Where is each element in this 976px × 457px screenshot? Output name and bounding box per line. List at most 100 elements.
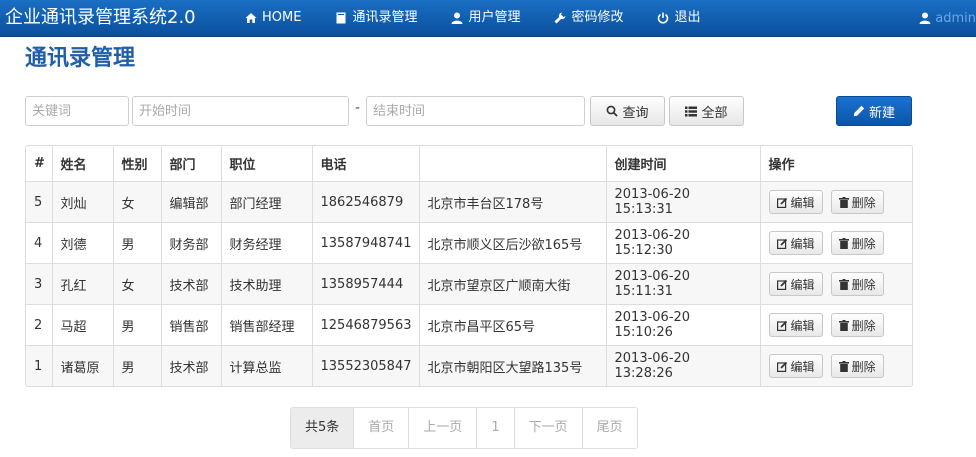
cell-phone: 1358957444 (311, 263, 419, 305)
top-navbar: 企业通讯录管理系统2.0 HOME 通讯录管理 用户管理 密码修改 退出 adm… (0, 0, 976, 37)
cell-actions: 编辑 删除 (759, 263, 912, 305)
cell-phone: 13587948741 (311, 222, 419, 264)
delete-button[interactable]: 删除 (830, 231, 884, 255)
wrench-icon (553, 12, 566, 25)
cell-actions: 编辑 删除 (759, 222, 912, 264)
show-all-button-label: 全部 (701, 105, 728, 121)
show-all-button[interactable]: 全部 (669, 96, 744, 126)
edit-icon (776, 279, 788, 290)
trash-icon (838, 319, 849, 331)
nav-password[interactable]: 密码修改 (545, 0, 631, 36)
query-button-label: 查询 (622, 105, 649, 121)
cell-phone: 12546879563 (311, 304, 419, 346)
nav-home[interactable]: HOME (236, 0, 309, 36)
delete-button[interactable]: 删除 (830, 313, 884, 337)
edit-button-label: 编辑 (790, 195, 815, 210)
cell-gender: 女 (112, 181, 161, 223)
delete-button[interactable]: 删除 (830, 354, 884, 378)
user-icon (919, 12, 931, 24)
nav-password-label: 密码修改 (571, 10, 624, 25)
pagination-first[interactable]: 首页 (353, 408, 409, 448)
cell-gender: 女 (112, 263, 161, 305)
edit-icon (776, 238, 788, 249)
cell-created: 2013-06-20 15:13:31 (605, 181, 760, 223)
cell-position: 财务经理 (220, 222, 312, 264)
col-header-name: 姓名 (51, 146, 113, 182)
col-header-actions: 操作 (759, 146, 912, 182)
edit-button[interactable]: 编辑 (768, 313, 823, 337)
edit-button[interactable]: 编辑 (768, 231, 823, 255)
list-icon (685, 106, 698, 117)
cell-id: 3 (26, 263, 52, 305)
nav-contacts[interactable]: 通讯录管理 (326, 0, 425, 36)
nav-contacts-label: 通讯录管理 (352, 10, 418, 25)
cell-address: 北京市望京区广顺南大街 (418, 263, 606, 305)
edit-button[interactable]: 编辑 (768, 272, 823, 296)
cell-position: 销售部经理 (220, 304, 312, 346)
table-row: 1 诸葛原 男 技术部 计算总监 13552305847 北京市朝阳区大望路13… (26, 345, 912, 386)
pagination-current[interactable]: 1 (476, 408, 514, 448)
delete-button[interactable]: 删除 (830, 190, 884, 214)
edit-button-label: 编辑 (790, 236, 815, 251)
nav-users-label: 用户管理 (468, 10, 521, 25)
keyword-input[interactable] (25, 96, 129, 126)
page-title: 通讯录管理 (25, 46, 136, 71)
date-range-separator: - (355, 100, 361, 116)
brand-title[interactable]: 企业通讯录管理系统2.0 (5, 0, 196, 36)
cell-position: 技术助理 (220, 263, 312, 305)
cell-name: 孔红 (51, 263, 113, 305)
col-header-created: 创建时间 (605, 146, 760, 182)
current-user[interactable]: admin (919, 0, 976, 36)
cell-gender: 男 (112, 304, 161, 346)
col-header-position: 职位 (220, 146, 312, 182)
cell-dept: 技术部 (160, 345, 221, 386)
delete-button[interactable]: 删除 (830, 272, 884, 296)
new-button-label: 新建 (868, 105, 895, 121)
nav-users[interactable]: 用户管理 (442, 0, 528, 36)
col-header-dept: 部门 (160, 146, 221, 182)
pagination-total: 共5条 (291, 408, 354, 448)
table-row: 3 孔红 女 技术部 技术助理 1358957444 北京市望京区广顺南大街 2… (26, 263, 912, 305)
delete-button-label: 删除 (851, 277, 876, 292)
table-row: 4 刘德 男 财务部 财务经理 13587948741 北京市顺义区后沙欲165… (26, 222, 912, 264)
col-header-id: # (34, 156, 45, 171)
cell-dept: 技术部 (160, 263, 221, 305)
cell-id: 2 (26, 304, 52, 346)
cell-name: 诸葛原 (51, 345, 113, 386)
cell-name: 马超 (51, 304, 113, 346)
cell-address: 北京市昌平区65号 (418, 304, 606, 346)
edit-icon (776, 361, 788, 372)
new-button[interactable]: 新建 (836, 96, 912, 126)
edit-button-label: 编辑 (790, 359, 815, 374)
contacts-table: # 姓名 性别 部门 职位 电话 创建时间 操作 5 刘灿 女 编辑部 部门经理… (25, 145, 913, 387)
edit-icon (776, 320, 788, 331)
table-row: 5 刘灿 女 编辑部 部门经理 1862546879 北京市丰台区178号 20… (26, 181, 912, 223)
trash-icon (838, 196, 849, 208)
cell-actions: 编辑 删除 (759, 181, 912, 223)
nav-logout-label: 退出 (674, 10, 701, 25)
nav-logout[interactable]: 退出 (649, 0, 709, 36)
cell-id: 4 (26, 222, 52, 264)
delete-button-label: 删除 (851, 195, 876, 210)
col-header-address (418, 146, 606, 182)
pagination-prev[interactable]: 上一页 (408, 408, 477, 448)
edit-button[interactable]: 编辑 (768, 190, 823, 214)
nav-home-label: HOME (262, 10, 302, 25)
query-button[interactable]: 查询 (590, 96, 665, 126)
power-icon (657, 12, 670, 25)
start-time-input[interactable] (132, 96, 349, 126)
cell-gender: 男 (112, 345, 161, 386)
cell-name: 刘德 (51, 222, 113, 264)
end-time-input[interactable] (366, 96, 585, 126)
edit-button[interactable]: 编辑 (768, 354, 823, 378)
trash-icon (838, 237, 849, 249)
pagination-next[interactable]: 下一页 (513, 408, 582, 448)
cell-dept: 销售部 (160, 304, 221, 346)
cell-name: 刘灿 (51, 181, 113, 223)
pagination-last[interactable]: 尾页 (581, 408, 637, 448)
cell-dept: 编辑部 (160, 181, 221, 223)
book-icon (334, 12, 347, 25)
pencil-icon (853, 105, 865, 117)
cell-gender: 男 (112, 222, 161, 264)
edit-button-label: 编辑 (790, 318, 815, 333)
